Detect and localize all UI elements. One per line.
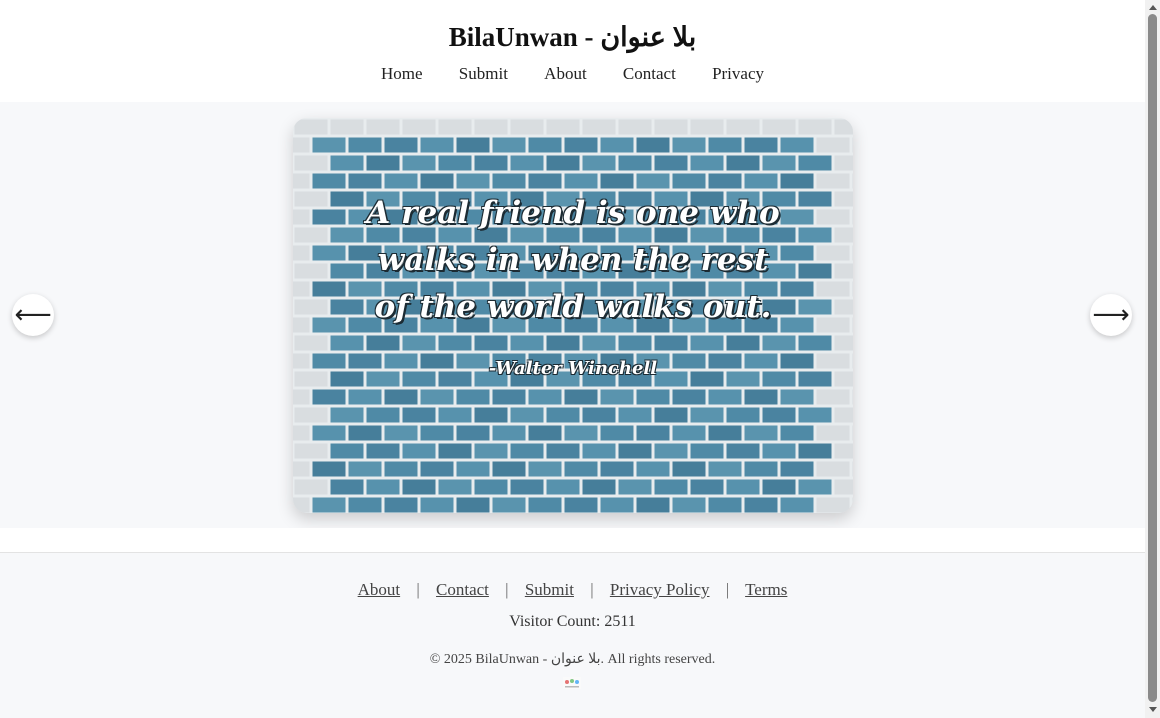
quote-slider: ⟵ A real friend is one who walks in when… bbox=[0, 102, 1145, 528]
prev-arrow-button[interactable]: ⟵ bbox=[12, 294, 54, 336]
scroll-up-icon[interactable] bbox=[1149, 5, 1157, 10]
quote-line-1: A real friend is one who bbox=[366, 195, 780, 231]
scrollbar-thumb[interactable] bbox=[1148, 14, 1157, 702]
nav-about[interactable]: About bbox=[544, 64, 587, 84]
footer-separator: | bbox=[416, 580, 420, 599]
footer-separator: | bbox=[590, 580, 594, 599]
nav-submit[interactable]: Submit bbox=[459, 64, 508, 84]
visitor-count: Visitor Count: 2511 bbox=[509, 613, 636, 630]
footer-separator: | bbox=[725, 580, 730, 599]
quote-line-2: walks in when the rest bbox=[377, 242, 769, 278]
quote-author: -Walter Winchell bbox=[488, 358, 658, 379]
next-arrow-button[interactable]: ⟶ bbox=[1090, 294, 1132, 336]
footer-link-submit[interactable]: Submit bbox=[525, 580, 574, 599]
nav-privacy[interactable]: Privacy bbox=[712, 64, 764, 84]
footer-link-contact[interactable]: Contact bbox=[436, 580, 489, 599]
badge-logo-icon[interactable] bbox=[563, 677, 581, 689]
quote-image: A real friend is one who walks in when t… bbox=[293, 118, 853, 513]
scroll-down-icon[interactable] bbox=[1149, 707, 1157, 712]
copyright-text: © 2025 BilaUnwan - بلا عنوان. All rights… bbox=[429, 652, 716, 667]
quote-line-3: of the world walks out. bbox=[374, 289, 772, 325]
footer-separator: | bbox=[505, 580, 509, 599]
section-divider bbox=[0, 528, 1145, 553]
quote-text: A real friend is one who walks in when t… bbox=[293, 190, 853, 331]
site-title[interactable]: BilaUnwan - بلا عنوان bbox=[0, 22, 1145, 53]
nav-contact[interactable]: Contact bbox=[623, 64, 676, 84]
footer-link-terms[interactable]: Terms bbox=[745, 580, 787, 599]
footer-links: About | Contact | Submit | Privacy Polic… bbox=[0, 580, 1145, 600]
main-nav: Home Submit About Contact Privacy bbox=[0, 64, 1145, 84]
nav-home[interactable]: Home bbox=[381, 64, 423, 84]
site-footer: About | Contact | Submit | Privacy Polic… bbox=[0, 553, 1145, 718]
footer-link-privacy-policy[interactable]: Privacy Policy bbox=[610, 580, 710, 599]
site-header: BilaUnwan - بلا عنوان Home Submit About … bbox=[0, 0, 1145, 102]
footer-link-about[interactable]: About bbox=[358, 580, 401, 599]
